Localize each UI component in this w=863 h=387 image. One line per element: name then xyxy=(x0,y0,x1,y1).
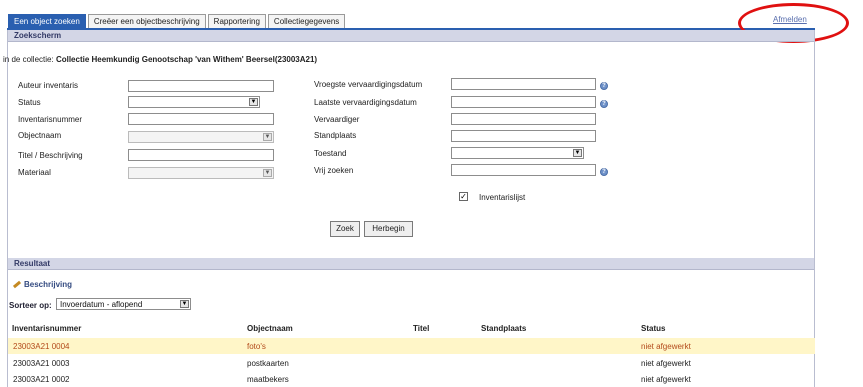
materiaal-select[interactable]: ▼ xyxy=(128,167,274,179)
pencil-icon xyxy=(12,281,22,289)
label-standplaats: Standplaats xyxy=(314,131,357,140)
chevron-down-icon: ▼ xyxy=(263,133,272,141)
tab-search-object[interactable]: Een object zoeken xyxy=(8,14,86,28)
label-vervaardiger: Vervaardiger xyxy=(314,115,360,124)
cell-inventarisnummer[interactable]: 23003A21 0003 xyxy=(13,359,70,368)
titel-beschrijving-input[interactable] xyxy=(128,149,274,161)
collection-line: in de collectie: Collectie Heemkundig Ge… xyxy=(3,55,317,64)
label-status: Status xyxy=(18,98,41,107)
beschrijving-link-label: Beschrijving xyxy=(24,280,73,289)
sort-select[interactable]: Invoerdatum - aflopend ▼ xyxy=(56,298,191,310)
reset-button[interactable]: Herbegin xyxy=(364,221,413,237)
chevron-down-icon: ▼ xyxy=(573,149,582,157)
collection-prefix: in de collectie: xyxy=(3,55,54,64)
cell-objectnaam: foto's xyxy=(247,342,266,351)
tab-reporting[interactable]: Rapportering xyxy=(207,14,266,28)
info-icon[interactable]: ? xyxy=(600,100,608,108)
column-header-inventarisnummer[interactable]: Inventarisnummer xyxy=(12,324,81,333)
cell-inventarisnummer[interactable]: 23003A21 0002 xyxy=(13,375,70,384)
standplaats-input[interactable] xyxy=(451,130,596,142)
info-icon[interactable]: ? xyxy=(600,168,608,176)
vroegste-datum-input[interactable] xyxy=(451,78,596,90)
inventarislijst-checkbox[interactable]: ✓ xyxy=(459,192,468,201)
chevron-down-icon: ▼ xyxy=(249,98,258,106)
collection-name: Collectie Heemkundig Genootschap 'van Wi… xyxy=(55,55,318,64)
cell-status: niet afgewerkt xyxy=(641,359,691,368)
sort-label: Sorteer op: xyxy=(9,301,52,310)
results-panel-title: Resultaat xyxy=(8,258,814,270)
label-vrij-zoeken: Vrij zoeken xyxy=(314,166,354,175)
objectnaam-select[interactable]: ▼ xyxy=(128,131,274,143)
label-vroegste-datum: Vroegste vervaardigingsdatum xyxy=(314,80,423,89)
column-header-titel[interactable]: Titel xyxy=(413,324,429,333)
cell-inventarisnummer[interactable]: 23003A21 0004 xyxy=(13,342,70,351)
label-titel-beschrijving: Titel / Beschrijving xyxy=(18,151,83,160)
vrij-zoeken-input[interactable] xyxy=(451,164,596,176)
tab-collection-data[interactable]: Collectiegegevens xyxy=(267,14,346,28)
status-select[interactable]: ▼ xyxy=(128,96,260,108)
main-tabs: Een object zoeken Creëer een objectbesch… xyxy=(8,14,347,28)
auteur-inventaris-input[interactable] xyxy=(128,80,274,92)
laatste-datum-input[interactable] xyxy=(451,96,596,108)
chevron-down-icon: ▼ xyxy=(263,169,272,177)
label-inventarisnummer: Inventarisnummer xyxy=(18,115,83,124)
table-row[interactable]: 23003A21 0003 postkaarten niet afgewerkt xyxy=(8,355,815,371)
beschrijving-link[interactable]: Beschrijving xyxy=(12,280,73,289)
column-header-status[interactable]: Status xyxy=(641,324,665,333)
chevron-down-icon: ▼ xyxy=(180,300,189,308)
cell-status: niet afgewerkt xyxy=(641,342,691,351)
search-panel-title: Zoekscherm xyxy=(8,30,814,42)
label-toestand: Toestand xyxy=(314,149,347,158)
inventarisnummer-input[interactable] xyxy=(128,113,274,125)
sort-value: Invoerdatum - aflopend xyxy=(60,300,143,309)
cell-objectnaam: maatbekers xyxy=(247,375,289,384)
table-row[interactable]: 23003A21 0004 foto's niet afgewerkt xyxy=(8,338,815,354)
cell-status: niet afgewerkt xyxy=(641,375,691,384)
toestand-select[interactable]: ▼ xyxy=(451,147,584,159)
search-button[interactable]: Zoek xyxy=(330,221,360,237)
vervaardiger-input[interactable] xyxy=(451,113,596,125)
table-row[interactable]: 23003A21 0002 maatbekers niet afgewerkt xyxy=(8,371,815,387)
label-laatste-datum: Laatste vervaardigingsdatum xyxy=(314,98,417,107)
column-header-objectnaam[interactable]: Objectnaam xyxy=(247,324,293,333)
label-objectnaam: Objectnaam xyxy=(18,131,62,140)
label-auteur-inventaris: Auteur inventaris xyxy=(18,81,79,90)
label-materiaal: Materiaal xyxy=(18,168,51,177)
label-inventarislijst: Inventarislijst xyxy=(479,193,526,202)
cell-objectnaam: postkaarten xyxy=(247,359,289,368)
info-icon[interactable]: ? xyxy=(600,82,608,90)
tab-create-description[interactable]: Creëer een objectbeschrijving xyxy=(87,14,206,28)
column-header-standplaats[interactable]: Standplaats xyxy=(481,324,526,333)
